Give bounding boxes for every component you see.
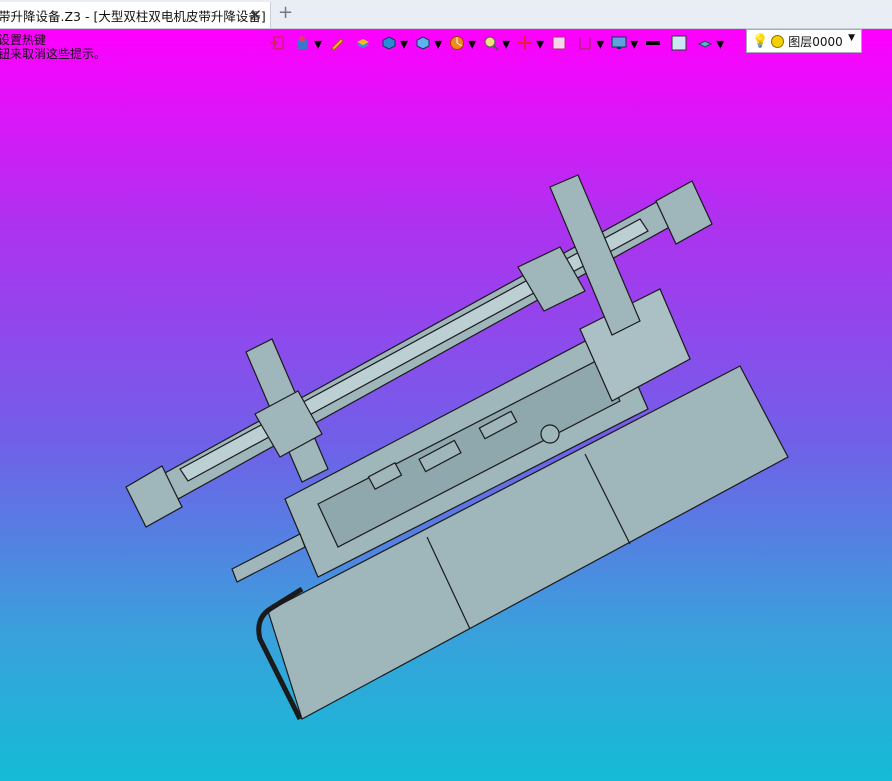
close-icon[interactable]: ✕ (249, 6, 262, 24)
new-tab-icon[interactable]: + (278, 3, 293, 23)
document-tab-title: 带升降设备.Z3 - [大型双柱双电机皮带升降设备] (0, 8, 266, 24)
3d-viewport[interactable]: 设置热键 钮来取消这些提示。 ▾ ▾ ▾ ▾ ▾ ▾ ▾ ▾ ▾ 💡 图层000… (0, 29, 892, 781)
3d-model[interactable] (0, 29, 892, 781)
roller (540, 424, 560, 444)
motor-right (655, 180, 713, 245)
motor-arm-left (231, 533, 306, 583)
document-tab[interactable]: 带升降设备.Z3 - [大型双柱双电机皮带升降设备] ✕ (0, 2, 271, 28)
tab-bar: 带升降设备.Z3 - [大型双柱双电机皮带升降设备] ✕ + (0, 0, 892, 29)
